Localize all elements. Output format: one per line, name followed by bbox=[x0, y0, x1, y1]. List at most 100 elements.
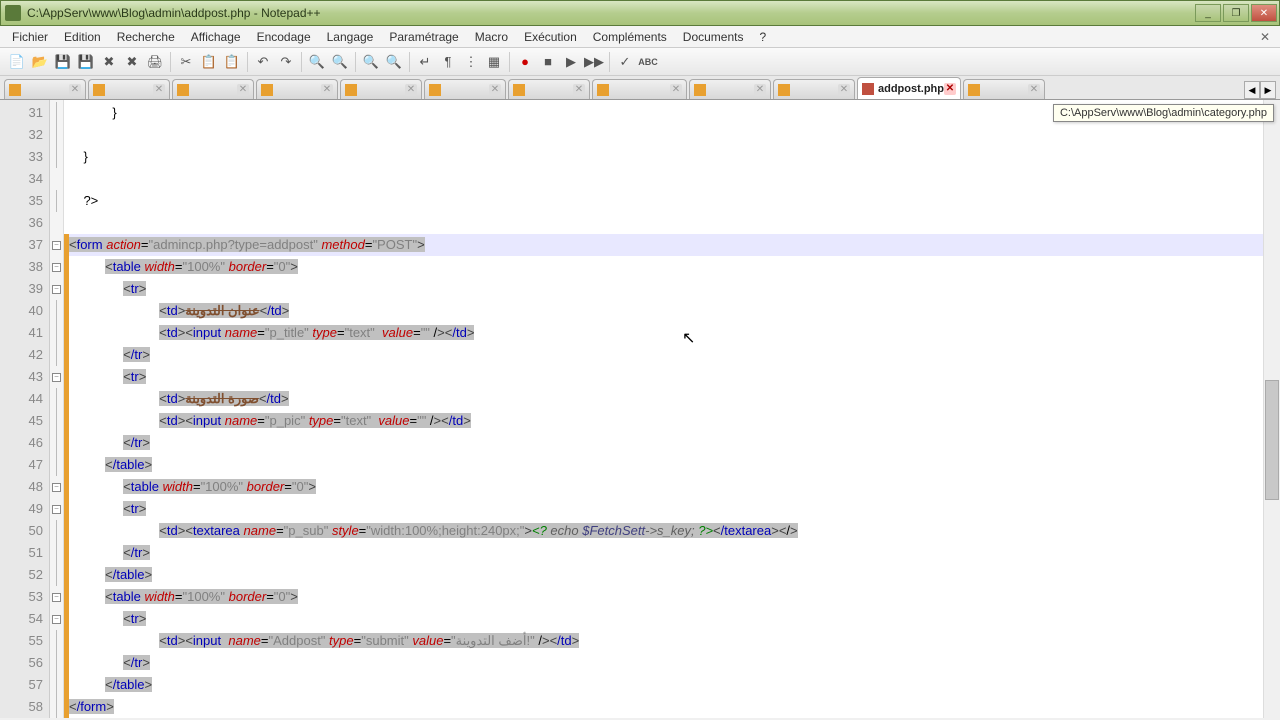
minimize-button[interactable]: _ bbox=[1195, 4, 1221, 22]
menu-affichage[interactable]: Affichage bbox=[183, 28, 249, 46]
undo-icon[interactable]: ↶ bbox=[252, 51, 274, 73]
close-all-icon[interactable]: ✖ bbox=[121, 51, 143, 73]
find-icon[interactable]: 🔍 bbox=[306, 51, 328, 73]
cut-icon[interactable]: ✂ bbox=[175, 51, 197, 73]
menu-execution[interactable]: Exécution bbox=[516, 28, 585, 46]
window-controls: _ ❐ ✕ bbox=[1195, 4, 1277, 22]
maximize-button[interactable]: ❐ bbox=[1223, 4, 1249, 22]
redo-icon[interactable]: ↷ bbox=[275, 51, 297, 73]
tab-10[interactable]: ✕ bbox=[773, 79, 855, 99]
tab-label: addpost.php bbox=[878, 83, 944, 95]
tab-close-icon[interactable]: ✕ bbox=[153, 84, 165, 96]
tab-2[interactable]: ✕ bbox=[88, 79, 170, 99]
open-file-icon[interactable]: 📂 bbox=[29, 51, 51, 73]
file-icon bbox=[177, 84, 189, 96]
file-icon bbox=[261, 84, 273, 96]
close-button[interactable]: ✕ bbox=[1251, 4, 1277, 22]
tab-4[interactable]: ✕ bbox=[256, 79, 338, 99]
tab-close-icon[interactable]: ✕ bbox=[69, 84, 81, 96]
tab-close-icon[interactable]: ✕ bbox=[838, 84, 850, 96]
tab-bar: ✕ ✕ ✕ ✕ ✕ ✕ ✕ ✕ ✕ ✕ addpost.php✕ ✕ ◀ ▶ bbox=[0, 76, 1280, 100]
tab-close-icon[interactable]: ✕ bbox=[670, 84, 682, 96]
file-icon bbox=[345, 84, 357, 96]
editor-area[interactable]: 3132333435363738394041424344454647484950… bbox=[0, 100, 1280, 718]
zoom-out-icon[interactable]: 🔍 bbox=[383, 51, 405, 73]
tab-next-icon[interactable]: ▶ bbox=[1260, 81, 1276, 99]
tab-close-icon[interactable]: ✕ bbox=[573, 84, 585, 96]
tab-tooltip: C:\AppServ\www\Blog\admin\category.php bbox=[1053, 104, 1274, 122]
replace-icon[interactable]: 🔍 bbox=[329, 51, 351, 73]
abc-icon[interactable]: ABC bbox=[637, 51, 659, 73]
toolbar: 📄 📂 💾 💾 ✖ ✖ 🖨 ✂ 📋 📋 ↶ ↷ 🔍 🔍 🔍 🔍 ↵ ¶ ⋮ ▦ … bbox=[0, 48, 1280, 76]
zoom-in-icon[interactable]: 🔍 bbox=[360, 51, 382, 73]
fold-icon[interactable]: ▦ bbox=[483, 51, 505, 73]
macro-play-multi-icon[interactable]: ▶▶ bbox=[583, 51, 605, 73]
file-icon bbox=[9, 84, 21, 96]
tab-close-icon[interactable]: ✕ bbox=[944, 83, 956, 95]
tab-close-icon[interactable]: ✕ bbox=[1028, 84, 1040, 96]
file-icon bbox=[862, 83, 874, 95]
tab-8[interactable]: ✕ bbox=[592, 79, 687, 99]
line-number-gutter: 3132333435363738394041424344454647484950… bbox=[0, 100, 50, 718]
app-icon bbox=[5, 5, 21, 21]
tab-close-icon[interactable]: ✕ bbox=[321, 84, 333, 96]
tab-close-icon[interactable]: ✕ bbox=[754, 84, 766, 96]
print-icon[interactable]: 🖨 bbox=[144, 51, 166, 73]
menu-help[interactable]: ? bbox=[752, 28, 775, 46]
file-icon bbox=[513, 84, 525, 96]
menu-parametrage[interactable]: Paramétrage bbox=[381, 28, 466, 46]
file-icon bbox=[597, 84, 609, 96]
tab-3[interactable]: ✕ bbox=[172, 79, 254, 99]
save-icon[interactable]: 💾 bbox=[52, 51, 74, 73]
tab-6[interactable]: ✕ bbox=[424, 79, 506, 99]
tab-1[interactable]: ✕ bbox=[4, 79, 86, 99]
code-content[interactable]: } } ?><form action="admincp.php?type=add… bbox=[69, 100, 1263, 718]
menu-documents[interactable]: Documents bbox=[675, 28, 752, 46]
wordwrap-icon[interactable]: ↵ bbox=[414, 51, 436, 73]
vertical-scrollbar[interactable] bbox=[1263, 100, 1280, 718]
separator bbox=[355, 52, 356, 72]
separator bbox=[609, 52, 610, 72]
menu-macro[interactable]: Macro bbox=[467, 28, 516, 46]
file-icon bbox=[93, 84, 105, 96]
new-file-icon[interactable]: 📄 bbox=[6, 51, 28, 73]
tab-close-icon[interactable]: ✕ bbox=[489, 84, 501, 96]
paste-icon[interactable]: 📋 bbox=[221, 51, 243, 73]
window-title: C:\AppServ\www\Blog\admin\addpost.php - … bbox=[25, 6, 1195, 20]
tab-7[interactable]: ✕ bbox=[508, 79, 590, 99]
fold-column[interactable]: −−−−−−−− bbox=[50, 100, 64, 718]
tab-nav: ◀ ▶ bbox=[1244, 81, 1276, 99]
tab-9[interactable]: ✕ bbox=[689, 79, 771, 99]
menu-bar: Fichier Edition Recherche Affichage Enco… bbox=[0, 26, 1280, 48]
menu-langage[interactable]: Langage bbox=[319, 28, 382, 46]
macro-play-icon[interactable]: ▶ bbox=[560, 51, 582, 73]
macro-rec-icon[interactable]: ● bbox=[514, 51, 536, 73]
menu-fichier[interactable]: Fichier bbox=[4, 28, 56, 46]
tab-close-icon[interactable]: ✕ bbox=[237, 84, 249, 96]
close-document-button[interactable]: ✕ bbox=[1254, 30, 1276, 44]
tab-5[interactable]: ✕ bbox=[340, 79, 422, 99]
tab-prev-icon[interactable]: ◀ bbox=[1244, 81, 1260, 99]
save-all-icon[interactable]: 💾 bbox=[75, 51, 97, 73]
menu-edition[interactable]: Edition bbox=[56, 28, 109, 46]
file-icon bbox=[694, 84, 706, 96]
menu-recherche[interactable]: Recherche bbox=[109, 28, 183, 46]
file-icon bbox=[778, 84, 790, 96]
separator bbox=[170, 52, 171, 72]
scrollbar-thumb[interactable] bbox=[1265, 380, 1279, 500]
indent-guide-icon[interactable]: ⋮ bbox=[460, 51, 482, 73]
menu-complements[interactable]: Compléments bbox=[585, 28, 675, 46]
separator bbox=[409, 52, 410, 72]
separator bbox=[301, 52, 302, 72]
macro-stop-icon[interactable]: ■ bbox=[537, 51, 559, 73]
file-icon bbox=[429, 84, 441, 96]
close-file-icon[interactable]: ✖ bbox=[98, 51, 120, 73]
tab-close-icon[interactable]: ✕ bbox=[405, 84, 417, 96]
show-all-chars-icon[interactable]: ¶ bbox=[437, 51, 459, 73]
copy-icon[interactable]: 📋 bbox=[198, 51, 220, 73]
spellcheck-icon[interactable]: ✓ bbox=[614, 51, 636, 73]
menu-encodage[interactable]: Encodage bbox=[249, 28, 319, 46]
tab-addpost[interactable]: addpost.php✕ bbox=[857, 77, 961, 99]
window-titlebar: C:\AppServ\www\Blog\admin\addpost.php - … bbox=[0, 0, 1280, 26]
tab-12[interactable]: ✕ bbox=[963, 79, 1045, 99]
